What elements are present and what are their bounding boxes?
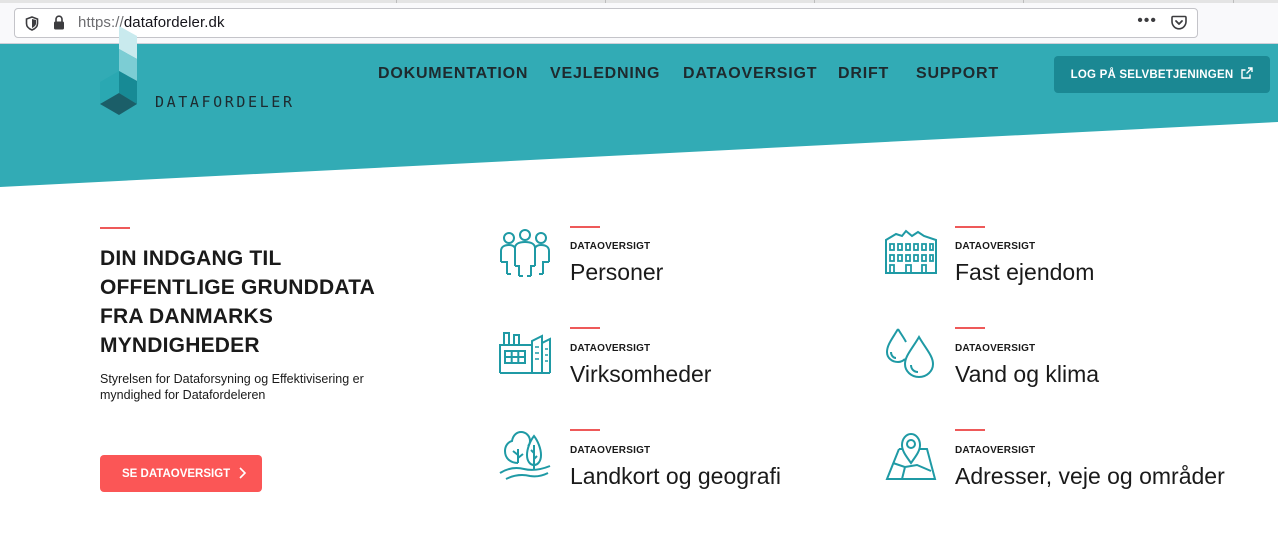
category-title: Fast ejendom [955, 259, 1095, 285]
accent-line [570, 226, 600, 228]
category-title: Personer [570, 259, 664, 285]
category-kicker: DATAOVERSIGT [955, 445, 1036, 456]
category-landkort-og-geografi[interactable]: DATAOVERSIGT Landkort og geografi [498, 429, 808, 499]
browser-toolbar: https://datafordeler.dk ••• [0, 3, 1278, 44]
category-title: Landkort og geografi [570, 463, 781, 489]
accent-line [570, 429, 600, 431]
category-kicker: DATAOVERSIGT [955, 241, 1036, 252]
category-kicker: DATAOVERSIGT [570, 445, 651, 456]
nav-drift[interactable]: DRIFT [838, 65, 889, 83]
hero-title: DIN INDGANG TIL OFFENTLIGE GRUNDDATA FRA… [100, 247, 375, 357]
login-button-label: LOG PÅ SELVBETJENINGEN [1070, 68, 1234, 81]
category-vand-og-klima[interactable]: DATAOVERSIGT Vand og klima [884, 327, 1184, 397]
category-virksomheder[interactable]: DATAOVERSIGT Virksomheder [498, 327, 798, 397]
accent-line [955, 429, 985, 431]
address-bar[interactable]: https://datafordeler.dk ••• [14, 8, 1198, 38]
accent-line [955, 226, 985, 228]
cta-label: SE DATAOVERSIGT [122, 467, 231, 480]
shield-icon[interactable] [25, 16, 39, 36]
pocket-icon[interactable] [1171, 15, 1187, 35]
chevron-right-icon [237, 466, 247, 485]
factory-icon [498, 327, 552, 380]
category-adresser-veje-og-omraader[interactable]: DATAOVERSIGT Adresser, veje og områder [884, 429, 1264, 499]
accent-line [955, 327, 985, 329]
trees-icon [498, 429, 552, 486]
category-title: Virksomheder [570, 361, 712, 387]
category-kicker: DATAOVERSIGT [955, 343, 1036, 354]
category-fast-ejendom[interactable]: DATAOVERSIGT Fast ejendom [884, 226, 1184, 296]
nav-dataoversigt[interactable]: DATAOVERSIGT [683, 65, 817, 83]
nav-support[interactable]: SUPPORT [916, 65, 999, 83]
building-icon [884, 226, 938, 281]
category-kicker: DATAOVERSIGT [570, 343, 651, 354]
water-drops-icon [884, 327, 938, 384]
accent-line [570, 327, 600, 329]
category-personer[interactable]: DATAOVERSIGT Personer [498, 226, 798, 296]
category-title: Adresser, veje og områder [955, 463, 1225, 489]
category-kicker: DATAOVERSIGT [570, 241, 651, 252]
logo-wordmark[interactable]: DATAFORDELER [155, 93, 295, 111]
map-pin-icon [884, 429, 938, 486]
page-actions-menu-icon[interactable]: ••• [1137, 12, 1157, 30]
nav-dokumentation[interactable]: DOKUMENTATION [378, 65, 528, 83]
accent-line [100, 227, 130, 229]
datafordeler-logo-icon[interactable] [100, 26, 140, 139]
category-title: Vand og klima [955, 361, 1100, 387]
nav-vejledning[interactable]: VEJLEDNING [550, 65, 660, 83]
external-link-icon [1241, 67, 1254, 82]
login-selfservice-button[interactable]: LOG PÅ SELVBETJENINGEN [1054, 56, 1270, 93]
lock-icon[interactable] [53, 15, 65, 35]
people-icon [498, 226, 552, 283]
hero-subtitle: Styrelsen for Dataforsyning og Effektivi… [100, 372, 364, 402]
